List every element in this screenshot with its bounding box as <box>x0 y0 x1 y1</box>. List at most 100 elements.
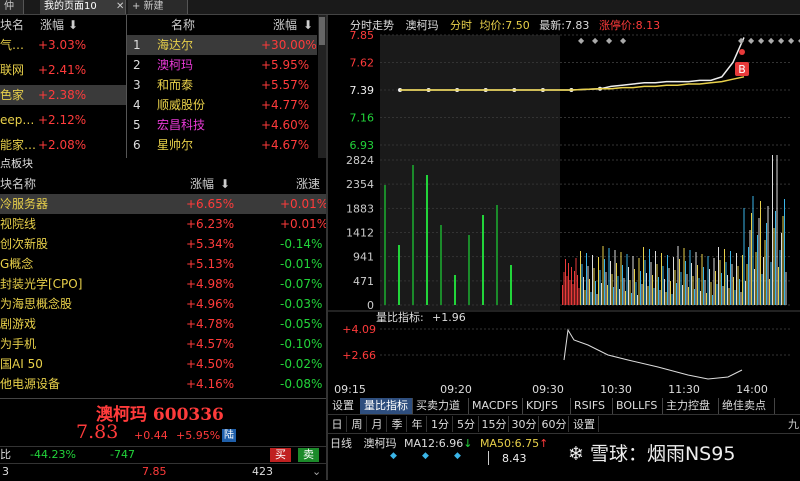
buy-button[interactable]: 买 <box>270 448 291 462</box>
table-row[interactable]: 封装光学[CPO] +4.98% -0.07% <box>0 274 326 294</box>
period-tab[interactable]: 月 <box>368 416 387 432</box>
table-row[interactable]: 3 和而泰 +5.57% <box>127 75 317 95</box>
table-row[interactable]: 2 澳柯玛 +5.95% <box>127 55 317 75</box>
indicator-tab[interactable]: KDJFS <box>522 398 571 414</box>
table-row[interactable]: G概念 +5.13% -0.01% <box>0 254 326 274</box>
col-speed[interactable]: 涨速 <box>296 174 320 194</box>
sort-down-icon[interactable]: ⬇ <box>303 15 313 35</box>
indicator-tab[interactable]: 设置 <box>328 398 361 414</box>
sector-change: +4.57% <box>186 337 235 351</box>
list-item[interactable]: eep… +2.12% <box>0 110 126 130</box>
stock-list-scrollbar[interactable] <box>318 15 326 158</box>
period-tab[interactable]: 设置 <box>570 416 599 432</box>
volume-bar <box>578 288 580 305</box>
period-tab[interactable]: 60分 <box>540 416 569 432</box>
volume-bar <box>671 294 673 305</box>
indicator-tab[interactable]: 量比指标 <box>360 398 413 414</box>
sell-button[interactable]: 卖 <box>298 448 319 462</box>
volume-bar <box>781 233 782 305</box>
col-name[interactable]: 块名 <box>0 15 24 35</box>
period-more[interactable]: 九 <box>788 416 799 432</box>
sector-change: +2.08% <box>38 138 87 152</box>
period-tab[interactable]: 1分 <box>428 416 453 432</box>
period-tab[interactable]: 15分 <box>480 416 509 432</box>
period-tab[interactable]: 周 <box>348 416 367 432</box>
table-row[interactable]: 为海思概念股 +4.96% -0.03% <box>0 294 326 314</box>
volume-bar <box>620 252 622 305</box>
indicator-tab[interactable]: RSIFS <box>570 398 613 414</box>
table-row[interactable]: 创次新股 +5.34% -0.14% <box>0 234 326 254</box>
col-name[interactable]: 名称 <box>171 15 195 35</box>
col-change[interactable]: 涨幅 <box>190 174 214 194</box>
col-change[interactable]: 涨幅 <box>273 15 297 35</box>
table-row[interactable]: 1 海达尔 +30.00% <box>127 35 317 55</box>
table-row[interactable]: 5 宏昌科技 +4.60% <box>127 115 317 135</box>
period-tab[interactable]: 5分 <box>454 416 479 432</box>
indicator-tab[interactable]: 买卖力道 <box>412 398 469 414</box>
table-row[interactable]: 4 顺威股份 +4.77% <box>127 95 317 115</box>
period-tab[interactable]: 30分 <box>510 416 539 432</box>
sector-change: +6.23% <box>186 217 235 231</box>
indicator-value: +1.96 <box>432 311 466 324</box>
volume-bar <box>715 271 716 305</box>
volume-bar <box>680 272 682 305</box>
stock-change: +30.00% <box>261 38 317 52</box>
period-tab[interactable]: 季 <box>388 416 407 432</box>
volume-bar <box>706 293 707 305</box>
close-tab-icon[interactable]: ✕ <box>112 0 126 14</box>
volume-bar <box>740 292 742 305</box>
volume-bar <box>664 279 665 305</box>
list-item[interactable]: 联网 +2.41% <box>0 60 126 80</box>
volume-bar <box>586 253 587 305</box>
table-row[interactable]: 他电源设备 +4.16% -0.08% <box>0 374 326 394</box>
sort-down-icon[interactable]: ⬇ <box>220 174 230 194</box>
list-item[interactable]: 气… +3.03% <box>0 35 126 55</box>
table-row[interactable]: 为手机 +4.57% -0.10% <box>0 334 326 354</box>
list-item[interactable]: 能家… +2.08% <box>0 135 126 155</box>
sector-speed: -0.08% <box>280 377 323 391</box>
period-tab[interactable]: 年 <box>408 416 427 432</box>
indicator-tab[interactable]: 绝佳卖点 <box>718 398 775 414</box>
indicator-tab[interactable]: 主力控盘 <box>662 398 719 414</box>
volume-bar <box>563 272 565 305</box>
sector-name: 色家 <box>0 88 25 102</box>
kline-type: 日线 <box>330 437 352 450</box>
table-row[interactable]: 视院线 +6.23% +0.01% <box>0 214 326 234</box>
menu-icon[interactable]: ⌄ <box>312 464 321 480</box>
col-change[interactable]: 涨幅 <box>40 15 64 35</box>
row-index: 1 <box>133 38 141 52</box>
new-tab-button[interactable]: + 新建 <box>128 0 188 14</box>
table-row[interactable]: 冷服务器 +6.65% +0.01% <box>0 194 326 214</box>
stock-change: +5.57% <box>261 78 310 92</box>
table-row[interactable]: 国AI 50 +4.50% -0.02% <box>0 354 326 374</box>
volume-bar <box>610 261 611 305</box>
intraday-chart[interactable]: 7.857.627.397.166.93◆◆◆◆◆◆◆◆◆◆◆◆B2824235… <box>328 15 800 398</box>
volume-bar <box>643 247 644 305</box>
volume-bar <box>733 277 734 305</box>
diamond-icon: ◆ <box>592 36 599 45</box>
sector-name: G概念 <box>0 257 34 271</box>
indicator-tab[interactable]: MACDFS <box>468 398 523 414</box>
volume-bar <box>440 225 442 305</box>
list-item[interactable]: 色家 +2.38% <box>0 85 126 105</box>
tab-first[interactable]: 仲 <box>0 0 24 14</box>
volume-bar <box>641 284 643 305</box>
table-row[interactable]: 6 星帅尔 +4.67% <box>127 135 317 155</box>
volume-bar <box>632 256 634 305</box>
period-tab[interactable]: 日 <box>328 416 347 432</box>
col-name[interactable]: 块名称 <box>0 174 36 194</box>
volume-bar <box>676 283 677 305</box>
sector-change: +2.12% <box>38 113 87 127</box>
indicator-tab[interactable]: BOLLFS <box>612 398 663 414</box>
volume-bar <box>704 280 706 305</box>
volume-bar <box>785 272 787 305</box>
volume-bar <box>709 269 710 305</box>
scrollbar-thumb[interactable] <box>319 17 325 45</box>
sort-down-icon[interactable]: ⬇ <box>68 15 78 35</box>
volume-bar <box>713 258 715 305</box>
table-row[interactable]: 剧游戏 +4.78% -0.05% <box>0 314 326 334</box>
volume-bar <box>757 235 758 305</box>
volume-bar <box>767 206 769 305</box>
price-mark-line <box>488 451 489 465</box>
volume-bar <box>568 263 569 305</box>
